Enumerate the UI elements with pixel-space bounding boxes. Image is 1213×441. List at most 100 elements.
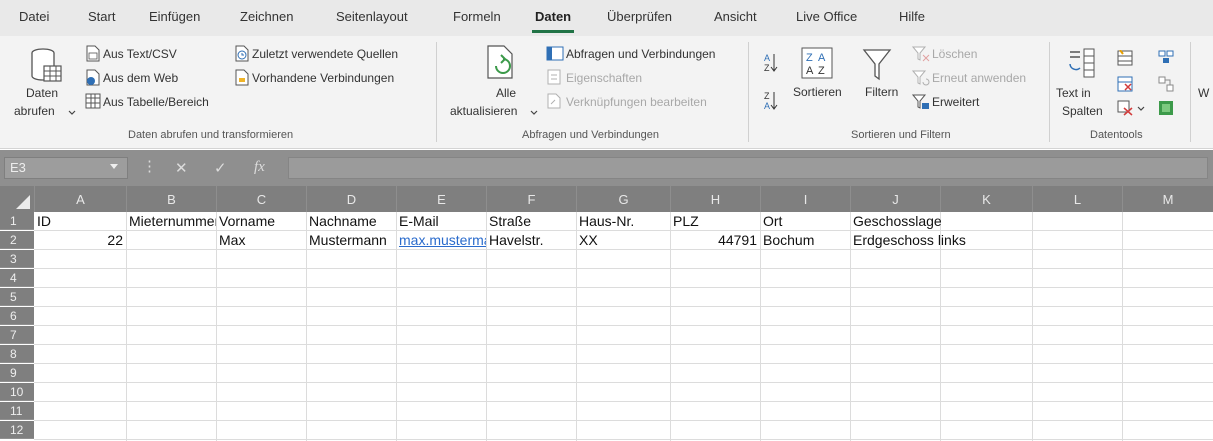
select-all-button[interactable] <box>16 195 30 209</box>
column-header-l[interactable]: L <box>1032 186 1122 212</box>
vorhandene-verbindungen-button[interactable]: Vorhandene Verbindungen <box>252 71 394 85</box>
column-header-c[interactable]: C <box>216 186 306 212</box>
row-header-7[interactable]: 7 <box>0 326 34 344</box>
tab-datei[interactable]: Datei <box>19 9 49 24</box>
cell-h2[interactable]: 44791 <box>670 231 760 249</box>
svg-text:Z: Z <box>764 91 770 101</box>
what-if-icon[interactable] <box>1158 76 1174 92</box>
insert-function-icon[interactable]: fx <box>254 159 265 176</box>
cell-i2[interactable]: Bochum <box>760 231 850 249</box>
column-header-g[interactable]: G <box>576 186 670 212</box>
chevron-down-icon[interactable] <box>530 110 538 116</box>
erweitert-button[interactable]: Erweitert <box>932 95 979 109</box>
row-header-12[interactable]: 12 <box>0 421 34 439</box>
aus-text-csv-button[interactable]: Aus Text/CSV <box>103 47 177 61</box>
filtern-button[interactable]: Filtern <box>865 85 898 99</box>
consolidate-icon[interactable] <box>1158 50 1174 64</box>
more-options-icon[interactable]: ⋮ <box>142 157 157 175</box>
aus-dem-web-button[interactable]: Aus dem Web <box>103 71 178 85</box>
row-header-6[interactable]: 6 <box>0 307 34 325</box>
row-header-11[interactable]: 11 <box>0 402 34 420</box>
cell-j2[interactable]: Erdgeschoss links <box>850 231 1032 249</box>
flash-fill-icon[interactable] <box>1117 50 1133 66</box>
ribbon-overflow-label[interactable]: W <box>1198 86 1209 100</box>
cell-h1[interactable]: PLZ <box>670 212 760 230</box>
tab-formeln[interactable]: Formeln <box>453 9 501 24</box>
spreadsheet-grid[interactable]: 1 2 3 4 5 6 7 8 9 10 11 12 ID Mieternumm… <box>0 212 1213 441</box>
column-header-d[interactable]: D <box>306 186 396 212</box>
text-in-spalten-label-2[interactable]: Spalten <box>1062 104 1103 118</box>
enter-icon[interactable]: ✓ <box>214 159 227 177</box>
aus-tabelle-button[interactable]: Aus Tabelle/Bereich <box>103 95 209 109</box>
edit-links-icon <box>547 93 561 109</box>
tab-daten[interactable]: Daten <box>535 9 571 24</box>
row-header-2[interactable]: 2 <box>0 231 34 249</box>
row-header-3[interactable]: 3 <box>0 250 34 268</box>
recent-sources-icon <box>235 45 249 62</box>
row-header-1[interactable]: 1 <box>0 212 34 230</box>
cell-c2[interactable]: Max <box>216 231 306 249</box>
column-header-e[interactable]: E <box>396 186 486 212</box>
formula-input[interactable] <box>288 157 1208 179</box>
verknuepfungen-bearbeiten-button[interactable]: Verknüpfungen bearbeiten <box>566 95 707 109</box>
column-header-m[interactable]: M <box>1122 186 1213 212</box>
sort-descending-icon[interactable]: ZA <box>764 90 778 112</box>
column-header-b[interactable]: B <box>126 186 216 212</box>
cell-j1[interactable]: Geschosslage <box>850 212 1032 230</box>
abfragen-und-verbindungen-button[interactable]: Abfragen und Verbindungen <box>566 47 715 61</box>
cell-d1[interactable]: Nachname <box>306 212 396 230</box>
tab-live-office[interactable]: Live Office <box>796 9 857 24</box>
cell-e2-email-link[interactable]: max.mustermann <box>396 231 486 249</box>
remove-duplicates-icon[interactable] <box>1117 76 1133 92</box>
row-header-8[interactable]: 8 <box>0 345 34 363</box>
zuletzt-verwendete-quellen-button[interactable]: Zuletzt verwendete Quellen <box>252 47 398 61</box>
sortieren-button[interactable]: Sortieren <box>793 85 842 99</box>
cell-c1[interactable]: Vorname <box>216 212 306 230</box>
tab-hilfe[interactable]: Hilfe <box>899 9 925 24</box>
cell-f1[interactable]: Straße <box>486 212 576 230</box>
cell-i1[interactable]: Ort <box>760 212 850 230</box>
row-header-5[interactable]: 5 <box>0 288 34 306</box>
chevron-down-icon[interactable] <box>68 110 76 116</box>
daten-abrufen-dropdown[interactable]: abrufen <box>14 104 55 118</box>
alle-aktualisieren-label[interactable]: Alle <box>496 86 516 100</box>
tab-einfuegen[interactable]: Einfügen <box>149 9 200 24</box>
sort-ascending-icon[interactable]: AZ <box>764 52 778 74</box>
daten-abrufen-label[interactable]: Daten <box>26 86 58 100</box>
erneut-anwenden-button[interactable]: Erneut anwenden <box>932 71 1026 85</box>
cell-e1[interactable]: E-Mail <box>396 212 486 230</box>
column-header-a[interactable]: A <box>34 186 126 212</box>
clear-filter-icon <box>912 46 930 62</box>
data-validation-icon[interactable] <box>1117 100 1133 116</box>
row-header-4[interactable]: 4 <box>0 269 34 287</box>
alle-aktualisieren-dropdown[interactable]: aktualisieren <box>450 104 517 118</box>
svg-text:Z: Z <box>818 65 825 77</box>
column-header-j[interactable]: J <box>850 186 940 212</box>
text-in-spalten-label[interactable]: Text in <box>1056 86 1091 100</box>
tab-ansicht[interactable]: Ansicht <box>714 9 757 24</box>
data-model-icon[interactable] <box>1158 100 1174 116</box>
column-header-i[interactable]: I <box>760 186 850 212</box>
cell-d2[interactable]: Mustermann <box>306 231 396 249</box>
tab-ueberpruefen[interactable]: Überprüfen <box>607 9 672 24</box>
cell-b1[interactable]: Mieternummer <box>126 212 216 230</box>
cell-g2[interactable]: XX <box>576 231 670 249</box>
chevron-down-icon[interactable] <box>110 164 118 169</box>
column-header-h[interactable]: H <box>670 186 760 212</box>
row-header-9[interactable]: 9 <box>0 364 34 382</box>
cell-g1[interactable]: Haus-Nr. <box>576 212 670 230</box>
row-header-10[interactable]: 10 <box>0 383 34 401</box>
cell-f2[interactable]: Havelstr. <box>486 231 576 249</box>
tab-seitenlayout[interactable]: Seitenlayout <box>336 9 408 24</box>
cell-a1[interactable]: ID <box>34 212 126 230</box>
cell-a2[interactable]: 22 <box>34 231 126 249</box>
tab-start[interactable]: Start <box>88 9 115 24</box>
loeschen-button[interactable]: Löschen <box>932 47 977 61</box>
web-icon <box>86 69 100 86</box>
chevron-down-icon[interactable] <box>1137 106 1145 112</box>
eigenschaften-button[interactable]: Eigenschaften <box>566 71 642 85</box>
column-header-f[interactable]: F <box>486 186 576 212</box>
tab-zeichnen[interactable]: Zeichnen <box>240 9 293 24</box>
cancel-icon[interactable]: ✕ <box>175 159 188 177</box>
column-header-k[interactable]: K <box>940 186 1032 212</box>
